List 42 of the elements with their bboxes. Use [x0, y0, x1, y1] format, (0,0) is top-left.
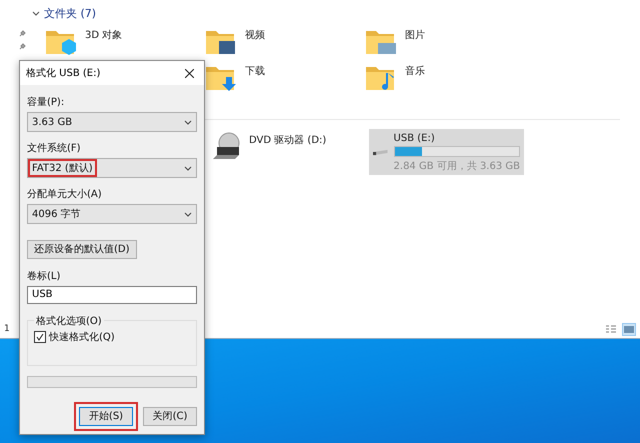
group-title: 格式化选项(O) [35, 314, 103, 328]
field-label: 分配单元大小(A) [27, 188, 103, 201]
field-label: 文件系统(F) [27, 142, 82, 155]
dropdown-value: 4096 字节 [31, 208, 82, 222]
dropdown-value: FAT32 (默认) [28, 159, 97, 177]
folder-name[interactable]: 视频 [245, 28, 265, 42]
folder-name[interactable]: 图片 [405, 28, 425, 42]
caret-icon [184, 120, 192, 124]
restore-defaults-button[interactable]: 还原设备的默认值(D) [27, 240, 137, 258]
dropdown-value: 3.63 GB [31, 116, 74, 130]
folder-name[interactable]: 3D 对象 [85, 28, 122, 42]
details-view-icon [606, 324, 616, 334]
dialog-button[interactable]: 关闭(C) [143, 406, 197, 426]
section-header[interactable]: 文件夹 (7) [44, 6, 96, 21]
dropdown[interactable]: 3.63 GB [27, 112, 197, 132]
folder-name[interactable]: 音乐 [405, 64, 425, 78]
status-text: 1 [4, 324, 10, 334]
dropdown[interactable]: 4096 字节 [27, 204, 197, 224]
dropdown[interactable]: FAT32 (默认) [27, 158, 197, 178]
chevron-icon [32, 10, 40, 16]
check-icon [36, 332, 44, 340]
usb-drive-icon [373, 147, 388, 158]
quick-format-checkbox[interactable]: 快速格式化(Q) [34, 330, 190, 344]
drive-tile[interactable]: DVD 驱动器 (D:) [209, 129, 364, 175]
tiles-view-icon [624, 324, 634, 334]
dialog-button[interactable]: 开始(S) [79, 406, 133, 426]
caret-icon [184, 166, 192, 170]
caret-icon [184, 212, 192, 216]
free-space-text: 2.84 GB 可用，共 3.63 GB [394, 160, 520, 173]
folder-name[interactable]: 下载 [245, 64, 265, 78]
pin-icon [19, 43, 26, 50]
volume-label-input[interactable]: USB [27, 286, 197, 304]
drive-name: DVD 驱动器 (D:) [249, 134, 328, 147]
field-label: 卷标(L) [27, 270, 62, 282]
close-icon [184, 68, 194, 78]
view-button[interactable] [604, 322, 618, 336]
view-button[interactable] [622, 322, 636, 336]
dialog-title: 格式化 USB (E:) [26, 66, 100, 80]
field-label: 容量(P): [27, 96, 66, 109]
drive-tile[interactable]: USB (E:) 2.84 GB 可用，共 3.63 GB [369, 129, 524, 175]
pin-icon [19, 30, 26, 37]
drive-name: USB (E:) [394, 133, 436, 144]
